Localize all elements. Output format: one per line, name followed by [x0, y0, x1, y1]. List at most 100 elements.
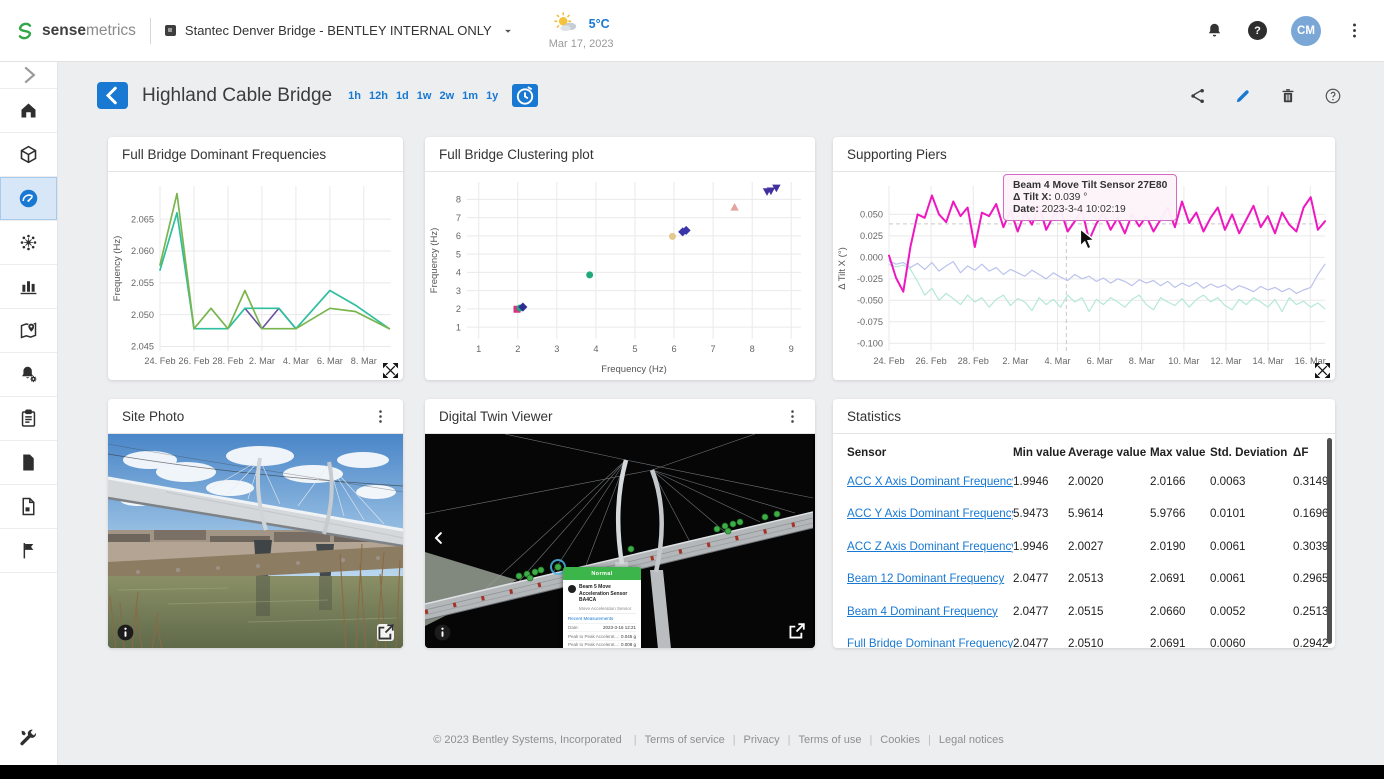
- edit-pencil-icon[interactable]: [1234, 87, 1252, 105]
- expand-chart-icon[interactable]: [1315, 363, 1330, 378]
- sensor-link[interactable]: Beam 12 Dominant Frequency: [847, 572, 1013, 585]
- column-header: Sensor: [847, 446, 1013, 459]
- cell-min: 1.9946: [1013, 540, 1068, 553]
- svg-text:2. Mar: 2. Mar: [249, 356, 275, 366]
- kebab-menu-icon[interactable]: [1345, 21, 1364, 40]
- recent-measurements-link[interactable]: Recent Measurements: [568, 613, 636, 623]
- time-range-1h[interactable]: 1h: [348, 90, 361, 102]
- table-scrollbar[interactable]: [1327, 438, 1332, 644]
- column-header: Average value: [1068, 446, 1150, 459]
- sidebar-expand-button[interactable]: [0, 62, 57, 89]
- twin-prev-arrow-icon[interactable]: [430, 526, 448, 550]
- footer-link[interactable]: Terms of service: [645, 734, 725, 746]
- time-window-button[interactable]: [512, 84, 538, 107]
- svg-text:4. Mar: 4. Mar: [1044, 356, 1070, 366]
- chart-tooltip: Beam 4 Move Tilt Sensor 27E80 Δ Tilt X: …: [1003, 174, 1177, 221]
- dominant-frequencies-chart[interactable]: 24. Feb26. Feb28. Feb2. Mar4. Mar6. Mar8…: [108, 172, 401, 377]
- svg-text:5: 5: [632, 344, 637, 354]
- cell-avg: 2.0020: [1068, 475, 1150, 488]
- cell-df: 0.2942: [1293, 637, 1328, 648]
- cell-df: 0.3149: [1293, 475, 1328, 488]
- cell-max: 2.0691: [1150, 572, 1210, 585]
- cell-avg: 2.0515: [1068, 605, 1150, 618]
- top-bar: sensemetrics Stantec Denver Bridge - BEN…: [0, 0, 1384, 62]
- time-range-1m[interactable]: 1m: [462, 90, 478, 102]
- sidebar-item-map[interactable]: [0, 309, 57, 353]
- photo-external-link-icon[interactable]: [377, 624, 394, 641]
- table-row: Full Bridge Dominant Frequency2.04772.05…: [847, 628, 1321, 649]
- panel-menu-icon[interactable]: [784, 408, 801, 425]
- time-range-links: 1h 12h 1d 1w 2w 1m 1y: [348, 90, 498, 102]
- photo-info-icon[interactable]: [117, 624, 134, 641]
- sensor-link[interactable]: ACC Z Axis Dominant Frequency 1: [847, 540, 1013, 553]
- sidebar-item-assets[interactable]: [0, 133, 57, 177]
- twin-info-icon[interactable]: [434, 624, 451, 641]
- footer-link[interactable]: Privacy: [744, 734, 780, 746]
- svg-text:-0.075: -0.075: [857, 317, 883, 327]
- app-root: sensemetrics Stantec Denver Bridge - BEN…: [0, 0, 1384, 779]
- mouse-cursor: [1077, 228, 1099, 252]
- svg-text:26. Feb: 26. Feb: [916, 356, 947, 366]
- twin-sensor-popup: Normal Beam 5 Move Acceleration Sensor B…: [563, 567, 641, 648]
- footer: © 2023 Bentley Systems, Incorporated|Ter…: [57, 734, 1384, 746]
- sensor-link[interactable]: ACC X Axis Dominant Frequency 1: [847, 475, 1013, 488]
- time-range-12h[interactable]: 12h: [369, 90, 388, 102]
- sensor-link[interactable]: Beam 4 Dominant Frequency: [847, 605, 1013, 618]
- notifications-bell-icon[interactable]: [1205, 21, 1224, 40]
- panel-dominant-frequencies: Full Bridge Dominant Frequencies 24. Feb…: [108, 137, 403, 380]
- gauge-icon: [18, 188, 39, 209]
- time-range-2w[interactable]: 2w: [439, 90, 454, 102]
- share-icon[interactable]: [1189, 87, 1207, 105]
- sensor-link[interactable]: ACC Y Axis Dominant Frequency 1: [847, 507, 1013, 520]
- help-outline-icon[interactable]: [1324, 87, 1342, 105]
- twin-external-link-icon[interactable]: [787, 622, 806, 641]
- panel-statistics: Statistics SensorMin valueAverage valueM…: [833, 399, 1335, 648]
- chevron-down-icon: [501, 24, 515, 38]
- footer-link[interactable]: Terms of use: [798, 734, 861, 746]
- brand-logo: sensemetrics: [14, 20, 136, 42]
- svg-text:2. Mar: 2. Mar: [1002, 356, 1028, 366]
- footer-link[interactable]: Legal notices: [939, 734, 1004, 746]
- sidebar-item-reports[interactable]: [0, 397, 57, 441]
- sensor-logo-icon: [568, 585, 576, 593]
- sidebar-item-analytics[interactable]: [0, 265, 57, 309]
- sidebar-item-home[interactable]: [0, 89, 57, 133]
- clustering-plot-chart[interactable]: 12345678912345678Frequency (Hz)Frequency…: [425, 172, 813, 379]
- cube-icon: [18, 144, 39, 165]
- back-button[interactable]: [97, 82, 128, 109]
- clipboard-icon: [18, 408, 39, 429]
- sidebar-item-connectivity[interactable]: [0, 221, 57, 265]
- cell-avg: 2.0513: [1068, 572, 1150, 585]
- sidebar-item-templates[interactable]: [0, 485, 57, 529]
- svg-text:2.055: 2.055: [131, 278, 154, 288]
- sidebar-item-alerts[interactable]: [0, 353, 57, 397]
- time-range-1w[interactable]: 1w: [417, 90, 432, 102]
- cell-df: 0.3039: [1293, 540, 1328, 553]
- cell-df: 0.1696: [1293, 507, 1328, 520]
- sidebar-item-flags[interactable]: [0, 529, 57, 573]
- header-divider: [150, 18, 151, 44]
- svg-text:1: 1: [456, 322, 461, 332]
- help-button[interactable]: ?: [1248, 21, 1267, 40]
- svg-text:4: 4: [456, 268, 461, 278]
- sidebar-item-tools[interactable]: [0, 715, 56, 759]
- column-header: Min value: [1013, 446, 1068, 459]
- bottom-black-bar: [0, 765, 1384, 779]
- svg-text:Δ Tilt X (°): Δ Tilt X (°): [837, 247, 848, 290]
- delete-trash-icon[interactable]: [1279, 87, 1297, 105]
- project-selector[interactable]: Stantec Denver Bridge - BENTLEY INTERNAL…: [165, 23, 515, 38]
- sensor-link[interactable]: Full Bridge Dominant Frequency: [847, 637, 1013, 648]
- avatar[interactable]: CM: [1291, 16, 1321, 46]
- footer-link[interactable]: Cookies: [880, 734, 920, 746]
- cell-min: 2.0477: [1013, 637, 1068, 648]
- sidebar-item-dashboards[interactable]: [0, 177, 57, 221]
- expand-chart-icon[interactable]: [383, 363, 398, 378]
- cell-min: 2.0477: [1013, 605, 1068, 618]
- time-range-1y[interactable]: 1y: [486, 90, 498, 102]
- sidebar-item-documents[interactable]: [0, 441, 57, 485]
- panel-menu-icon[interactable]: [372, 408, 389, 425]
- time-range-1d[interactable]: 1d: [396, 90, 409, 102]
- footer-separator: |: [634, 734, 637, 746]
- svg-text:6. Mar: 6. Mar: [317, 356, 343, 366]
- tooltip-label: Δ Tilt X:: [1013, 192, 1052, 203]
